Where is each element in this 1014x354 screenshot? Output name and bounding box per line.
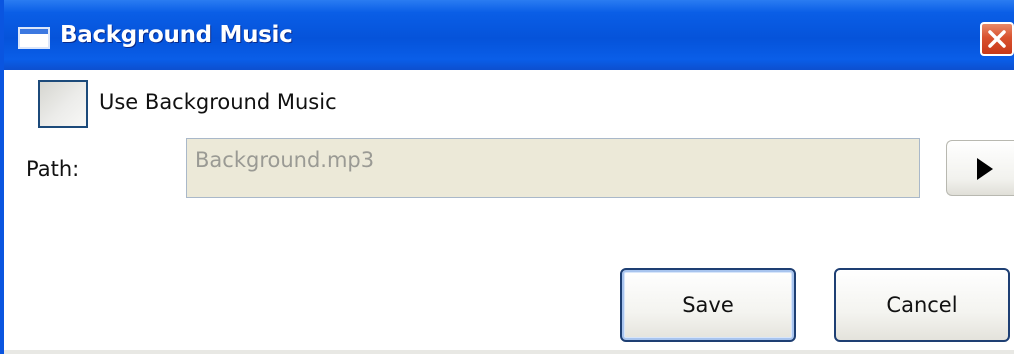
window-icon (18, 27, 50, 49)
use-background-music-checkbox[interactable] (38, 80, 88, 128)
path-field[interactable]: Background.mp3 (186, 138, 920, 198)
window-title: Background Music (60, 22, 293, 48)
dialog-window: Background Music Use Background Music Pa… (0, 0, 1014, 354)
title-bar[interactable]: Background Music (4, 0, 1014, 70)
save-button[interactable]: Save (620, 268, 796, 342)
use-background-music-label[interactable]: Use Background Music (99, 90, 337, 114)
cancel-button[interactable]: Cancel (834, 268, 1010, 342)
browse-button[interactable] (946, 140, 1014, 196)
close-icon (988, 30, 1006, 48)
window-bottom-edge (4, 350, 1014, 354)
close-button[interactable] (980, 22, 1014, 56)
play-icon (977, 158, 993, 180)
path-label: Path: (26, 157, 80, 181)
